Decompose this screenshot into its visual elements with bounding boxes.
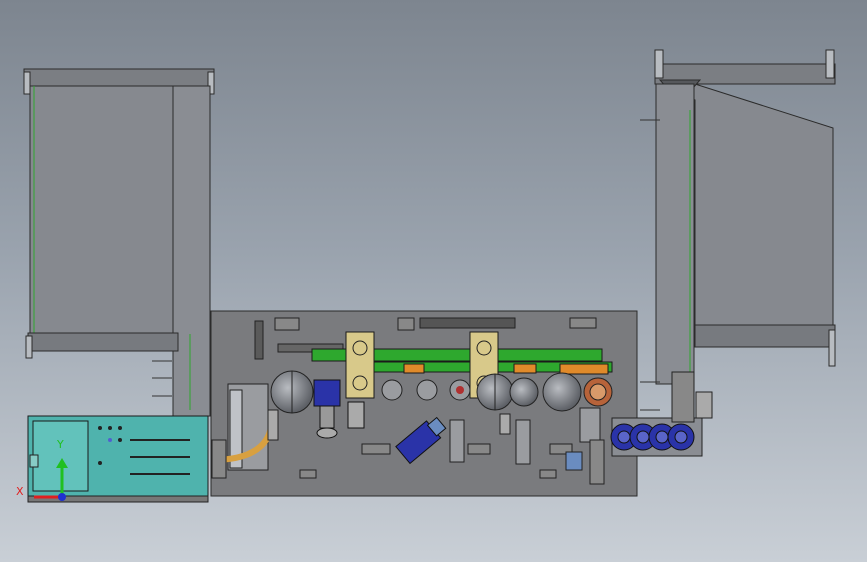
y-axis-label: Y: [57, 438, 64, 451]
cad-assembly-drawing[interactable]: [0, 0, 867, 562]
cad-viewport[interactable]: X Y: [0, 0, 867, 562]
cam-plate-1[interactable]: [345, 331, 375, 399]
roller-3[interactable]: [509, 377, 539, 407]
x-axis-label: X: [16, 485, 24, 498]
control-panel[interactable]: [27, 415, 209, 503]
left-feeder-frame[interactable]: [23, 68, 215, 417]
right-feeder-frame[interactable]: [640, 49, 836, 411]
small-rollers: [381, 379, 471, 401]
roller-1[interactable]: [270, 370, 314, 414]
roller-2[interactable]: [476, 373, 514, 411]
